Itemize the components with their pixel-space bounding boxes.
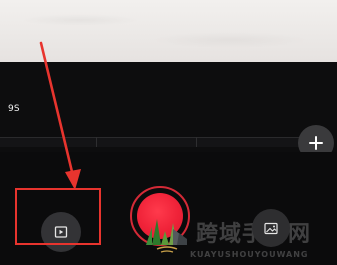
annotation-highlight-box — [15, 188, 101, 245]
watermark-subtext: KUAYUSHOUYOUWANG — [190, 250, 309, 259]
plus-icon — [309, 136, 323, 150]
clip-track[interactable] — [0, 137, 300, 147]
gallery-button[interactable] — [252, 209, 290, 247]
camera-preview-image — [0, 0, 337, 62]
segment-divider — [196, 137, 197, 147]
clip-duration-label: 9S — [8, 104, 20, 114]
track-top-line — [0, 137, 300, 138]
gallery-image-icon — [263, 222, 278, 234]
watermark-logo-icon — [146, 219, 187, 253]
segment-divider — [96, 137, 97, 147]
